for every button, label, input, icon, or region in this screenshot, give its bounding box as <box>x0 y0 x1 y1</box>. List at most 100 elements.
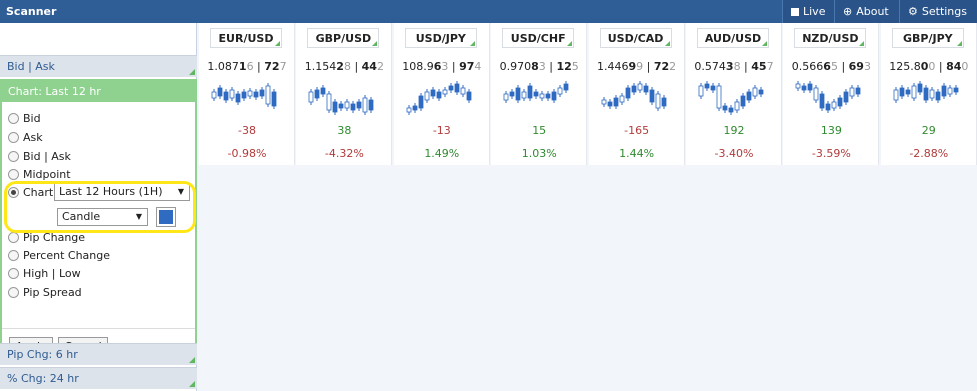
candle-body <box>855 87 861 95</box>
symbol-header[interactable]: USD/CAD <box>599 28 672 48</box>
option-ask[interactable]: Ask <box>8 130 43 146</box>
candle-body <box>521 91 527 99</box>
sidebar-row-bid-ask[interactable]: Bid | Ask <box>0 55 197 77</box>
corner-indicator-icon <box>372 41 378 46</box>
symbol-header[interactable]: GBP/USD <box>307 28 380 48</box>
bid-ask-quote: 1.44699 | 722 <box>597 60 677 73</box>
ask-pipette: 3 <box>863 60 871 73</box>
candle-body <box>899 87 905 97</box>
bid-ask-quote: 125.800 | 840 <box>889 60 969 73</box>
candle-body <box>338 103 344 109</box>
candle-body <box>424 91 430 101</box>
candle-body <box>607 101 612 107</box>
about-label: About <box>856 5 889 18</box>
candle-body <box>655 93 660 109</box>
bid-ask-quote: 0.57438 | 457 <box>694 60 774 73</box>
symbol-header[interactable]: GBP/JPY <box>891 28 964 48</box>
bid-ask-quote: 1.15428 | 442 <box>304 60 384 73</box>
bid-pipette: 3 <box>538 60 546 73</box>
corner-indicator-icon <box>189 69 195 75</box>
corner-indicator-icon <box>567 41 573 46</box>
candle-body <box>527 85 533 99</box>
settings-button[interactable]: ⚙ Settings <box>899 0 977 23</box>
symbol-header[interactable]: AUD/USD <box>697 28 769 48</box>
bid-pipette: 5 <box>830 60 838 73</box>
option-high-low[interactable]: High | Low <box>8 266 81 282</box>
option-pip-spread[interactable]: Pip Spread <box>8 285 82 301</box>
highlight-annotation <box>4 181 196 233</box>
radio-icon[interactable] <box>8 132 19 143</box>
sidebar-row-label: Pip Chg: 6 hr <box>7 348 78 361</box>
candle-body <box>454 83 460 93</box>
candle-body <box>515 87 521 101</box>
pair-column[interactable]: GBP/USD 1.15428 | 442 38 -4.32% <box>296 23 393 165</box>
symbol-label: USD/JPY <box>415 32 466 45</box>
radio-icon[interactable] <box>8 169 19 180</box>
candle-body <box>332 101 338 113</box>
symbol-header[interactable]: USD/JPY <box>404 28 477 48</box>
pair-column[interactable]: USD/CHF 0.97083 | 125 15 1.03% <box>491 23 588 165</box>
candle-body <box>326 93 332 111</box>
candle-sparkline <box>211 83 277 109</box>
pair-column[interactable]: NZD/USD 0.56665 | 693 139 -3.59% <box>783 23 880 165</box>
candle-body <box>825 103 831 111</box>
pair-column[interactable]: EUR/USD 1.08716 | 727 -38 -0.98% <box>199 23 295 165</box>
candle-body <box>807 83 813 91</box>
symbol-header[interactable]: NZD/USD <box>794 28 867 48</box>
pair-column[interactable]: AUD/USD 0.57438 | 457 192 -3.40% <box>686 23 782 165</box>
option-bid[interactable]: Bid <box>8 111 41 127</box>
option-label: Bid | Ask <box>23 150 71 163</box>
candle-sparkline <box>601 81 666 111</box>
radio-icon[interactable] <box>8 250 19 261</box>
symbol-header[interactable]: EUR/USD <box>210 28 282 48</box>
symbol-label: AUD/USD <box>704 32 762 45</box>
radio-icon[interactable] <box>8 151 19 162</box>
candle-body <box>466 91 472 101</box>
candle-body <box>661 97 666 107</box>
sidebar-row-pct-chg[interactable]: % Chg: 24 hr <box>0 367 197 389</box>
scanner-grid: EUR/USD 1.08716 | 727 -38 -0.98% GBP/USD 1.15… <box>197 23 977 391</box>
candle-body <box>436 91 442 99</box>
pair-column[interactable]: GBP/JPY 125.800 | 840 29 -2.88% <box>880 23 977 165</box>
bid-prefix: 0.566 <box>791 60 824 73</box>
pip-change-value: -13 <box>432 124 451 137</box>
ask-big-figure: 44 <box>361 60 377 73</box>
candle-body <box>643 85 648 93</box>
bid-big-figure: 8 <box>531 60 539 73</box>
live-button[interactable]: Live <box>782 0 834 23</box>
symbol-header[interactable]: USD/CHF <box>502 28 575 48</box>
radio-icon[interactable] <box>8 287 19 298</box>
radio-icon[interactable] <box>8 268 19 279</box>
ask-big-figure: 69 <box>848 60 864 73</box>
option-percent-change[interactable]: Percent Change <box>8 248 110 264</box>
pair-column[interactable]: USD/CAD 1.44699 | 722 -165 1.44% <box>588 23 685 165</box>
about-button[interactable]: ⊕ About <box>834 0 899 23</box>
option-bid-ask[interactable]: Bid | Ask <box>8 149 71 165</box>
candle-body <box>929 89 935 99</box>
bid-big-figure: 6 <box>823 60 831 73</box>
option-label: Bid <box>23 112 41 125</box>
candle-body <box>356 101 362 109</box>
candle-body <box>716 85 722 109</box>
candle-sparkline <box>795 81 861 113</box>
bid-pipette: 8 <box>733 60 741 73</box>
candle-body <box>314 89 320 99</box>
panel-title[interactable]: Chart: Last 12 hr <box>2 81 195 102</box>
candle-sparkline <box>308 85 374 115</box>
pair-column[interactable]: USD/JPY 108.963 | 974 -13 1.49% <box>393 23 490 165</box>
candle-body <box>406 107 412 113</box>
bid-big-figure: 3 <box>725 60 734 73</box>
bid-pipette: 9 <box>636 60 644 73</box>
candle-body <box>801 85 807 91</box>
radio-icon[interactable] <box>8 232 19 243</box>
corner-indicator-icon <box>859 41 865 46</box>
bid-big-figure: 9 <box>628 60 637 73</box>
candle-body <box>631 85 636 93</box>
sidebar-row-pip-chg[interactable]: Pip Chg: 6 hr <box>0 343 197 365</box>
globe-icon: ⊕ <box>843 5 853 18</box>
radio-icon[interactable] <box>8 113 19 124</box>
bid-big-figure: 2 <box>336 60 344 73</box>
candle-body <box>746 91 752 101</box>
symbol-label: GBP/JPY <box>902 32 953 45</box>
option-label: Percent Change <box>23 249 111 262</box>
